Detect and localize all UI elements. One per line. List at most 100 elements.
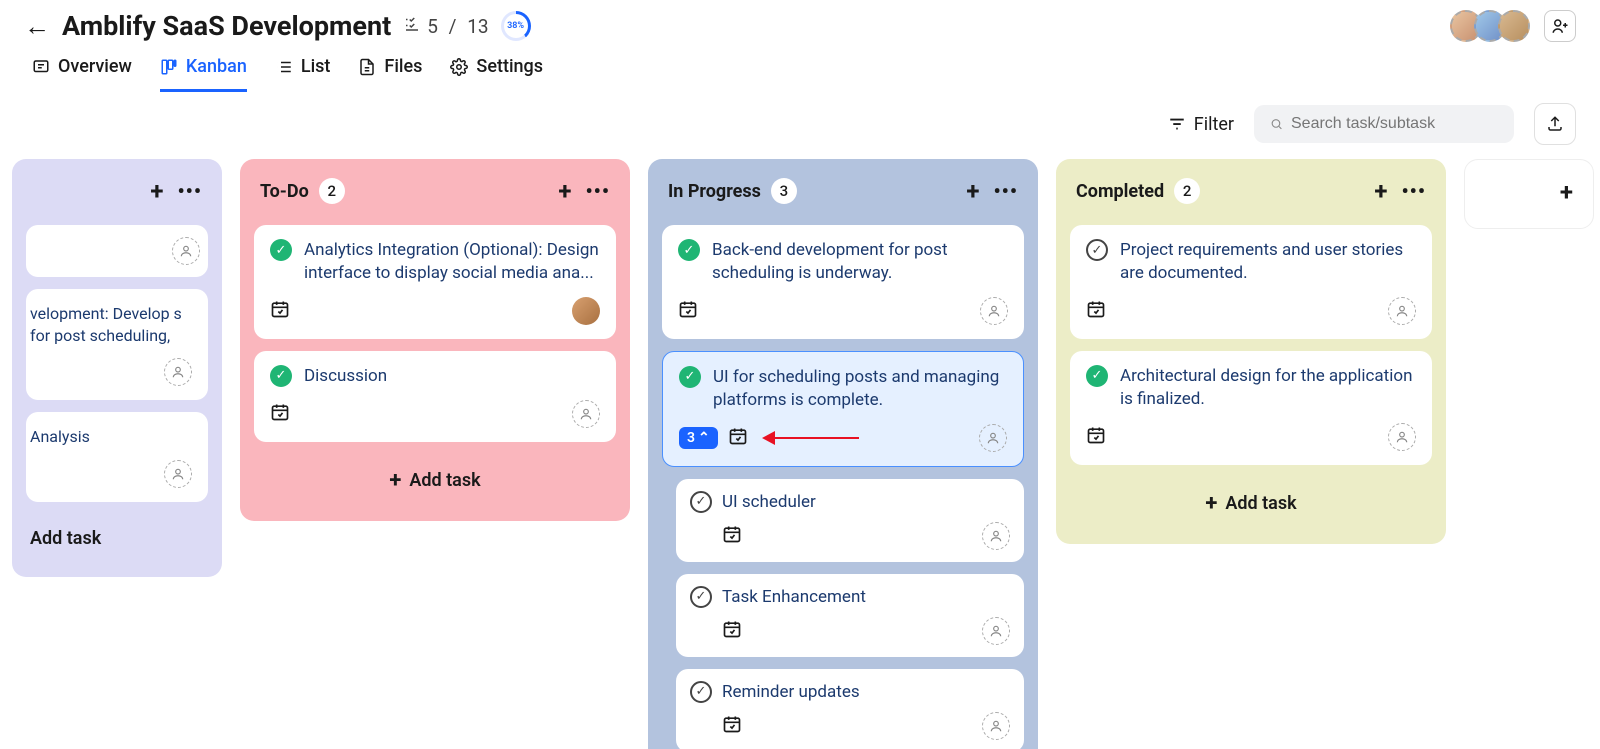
status-complete-icon[interactable]: ✓: [270, 365, 292, 387]
add-task-button[interactable]: Add task: [26, 514, 208, 563]
assignee-avatar[interactable]: [572, 297, 600, 325]
task-card[interactable]: velopment: Develop s for post scheduling…: [26, 289, 208, 400]
tab-list[interactable]: List: [275, 56, 331, 92]
project-title: Amblify SaaS Development: [62, 10, 391, 42]
assignee-placeholder-icon[interactable]: [982, 522, 1010, 550]
tab-kanban[interactable]: Kanban: [160, 56, 247, 92]
task-card[interactable]: ✓ Architectural design for the applicati…: [1070, 351, 1432, 465]
add-task-button[interactable]: + Add task: [1070, 477, 1432, 530]
member-avatars[interactable]: [1458, 10, 1530, 42]
subtask-card[interactable]: ✓ UI scheduler: [676, 479, 1024, 562]
member-avatar[interactable]: [1498, 10, 1530, 42]
subtask-count: 3: [687, 430, 695, 446]
assignee-placeholder-icon[interactable]: [164, 460, 192, 488]
column-title: Completed: [1076, 181, 1164, 202]
assignee-placeholder-icon[interactable]: [1388, 297, 1416, 325]
assignee-placeholder-icon[interactable]: [172, 237, 200, 265]
filter-label: Filter: [1194, 114, 1234, 135]
task-title: Back-end development for post scheduling…: [712, 239, 1008, 285]
column-count: 3: [771, 178, 797, 204]
tab-settings-label: Settings: [476, 56, 543, 77]
column-title: To-Do: [260, 181, 309, 202]
status-complete-icon[interactable]: ✓: [270, 239, 292, 261]
task-card[interactable]: [26, 225, 208, 277]
task-card[interactable]: ✓ Back-end development for post scheduli…: [662, 225, 1024, 339]
subtask-card[interactable]: ✓ Reminder updates: [676, 669, 1024, 749]
assignee-placeholder-icon[interactable]: [164, 358, 192, 386]
assignee-placeholder-icon[interactable]: [980, 297, 1008, 325]
add-task-label: Add task: [1225, 493, 1296, 514]
export-button[interactable]: [1534, 103, 1576, 145]
add-card-button[interactable]: +: [966, 177, 979, 205]
calendar-icon[interactable]: [728, 426, 748, 450]
add-task-label: Add task: [30, 528, 101, 549]
search-box[interactable]: [1254, 105, 1514, 143]
column-menu-button[interactable]: •••: [585, 179, 610, 203]
task-card[interactable]: ✓ Project requirements and user stories …: [1070, 225, 1432, 339]
add-task-label: Add task: [409, 470, 480, 491]
add-member-button[interactable]: [1544, 10, 1576, 42]
add-card-button[interactable]: +: [150, 177, 163, 205]
subtask-toggle[interactable]: 3⌃: [679, 427, 718, 449]
calendar-icon[interactable]: [1086, 425, 1106, 449]
calendar-icon[interactable]: [722, 714, 742, 738]
calendar-icon[interactable]: [270, 299, 290, 323]
view-tabs: Overview Kanban List Files Settings: [0, 42, 1600, 93]
calendar-icon[interactable]: [722, 619, 742, 643]
assignee-placeholder-icon[interactable]: [1388, 423, 1416, 451]
project-header: ← Amblify SaaS Development 5 / 13 38%: [0, 0, 1600, 42]
calendar-icon[interactable]: [270, 402, 290, 426]
column-title: In Progress: [668, 181, 761, 202]
calendar-icon[interactable]: [722, 524, 742, 548]
back-arrow-icon[interactable]: ←: [24, 11, 50, 42]
assignee-placeholder-icon[interactable]: [979, 424, 1007, 452]
tab-files[interactable]: Files: [358, 56, 422, 92]
assignee-placeholder-icon[interactable]: [572, 400, 600, 428]
task-card[interactable]: Analysis: [26, 412, 208, 502]
task-card[interactable]: ✓ Analytics Integration (Optional): Desi…: [254, 225, 616, 339]
tab-settings[interactable]: Settings: [450, 56, 543, 92]
column-menu-button[interactable]: •••: [177, 179, 202, 203]
column-count: 2: [1174, 178, 1200, 204]
tab-overview[interactable]: Overview: [32, 56, 132, 92]
filter-button[interactable]: Filter: [1168, 114, 1234, 135]
checklist-icon: [403, 15, 421, 38]
add-task-button[interactable]: + Add task: [254, 454, 616, 507]
column-completed: Completed 2 + ••• ✓ Project requirements…: [1056, 159, 1446, 544]
status-open-icon[interactable]: ✓: [690, 681, 712, 703]
status-complete-icon[interactable]: ✓: [1086, 365, 1108, 387]
plus-icon: +: [389, 468, 401, 493]
task-title: Project requirements and user stories ar…: [1120, 239, 1416, 285]
chevron-up-icon: ⌃: [698, 430, 710, 446]
task-title: Analytics Integration (Optional): Design…: [304, 239, 600, 285]
add-card-button[interactable]: +: [1560, 178, 1573, 206]
add-card-button[interactable]: +: [558, 177, 571, 205]
subtask-title: Reminder updates: [722, 681, 1010, 704]
task-title: Analysis: [30, 426, 192, 448]
status-open-icon[interactable]: ✓: [690, 491, 712, 513]
column-menu-button[interactable]: •••: [993, 179, 1018, 203]
assignee-placeholder-icon[interactable]: [982, 617, 1010, 645]
plus-icon: +: [1205, 491, 1217, 516]
status-complete-icon[interactable]: ✓: [678, 239, 700, 261]
task-card[interactable]: ✓ Discussion: [254, 351, 616, 442]
assignee-placeholder-icon[interactable]: [982, 712, 1010, 740]
annotation-arrow: [764, 431, 859, 445]
add-card-button[interactable]: +: [1374, 177, 1387, 205]
status-open-icon[interactable]: ✓: [690, 586, 712, 608]
tab-kanban-label: Kanban: [186, 56, 247, 77]
status-open-icon[interactable]: ✓: [1086, 239, 1108, 261]
progress-pct-label: 38%: [507, 21, 524, 31]
search-input[interactable]: [1291, 115, 1498, 133]
calendar-icon[interactable]: [1086, 299, 1106, 323]
column-menu-button[interactable]: •••: [1401, 179, 1426, 203]
calendar-icon[interactable]: [678, 299, 698, 323]
tab-files-label: Files: [384, 56, 422, 77]
status-complete-icon[interactable]: ✓: [679, 366, 701, 388]
task-title: Discussion: [304, 365, 600, 388]
subtask-card[interactable]: ✓ Task Enhancement: [676, 574, 1024, 657]
column-new: +: [1464, 159, 1594, 229]
column-backlog: + ••• velopment: Develop s for post sche…: [12, 159, 222, 577]
task-card-expanded[interactable]: ✓ UI for scheduling posts and managing p…: [662, 351, 1024, 467]
tab-list-label: List: [301, 56, 331, 77]
